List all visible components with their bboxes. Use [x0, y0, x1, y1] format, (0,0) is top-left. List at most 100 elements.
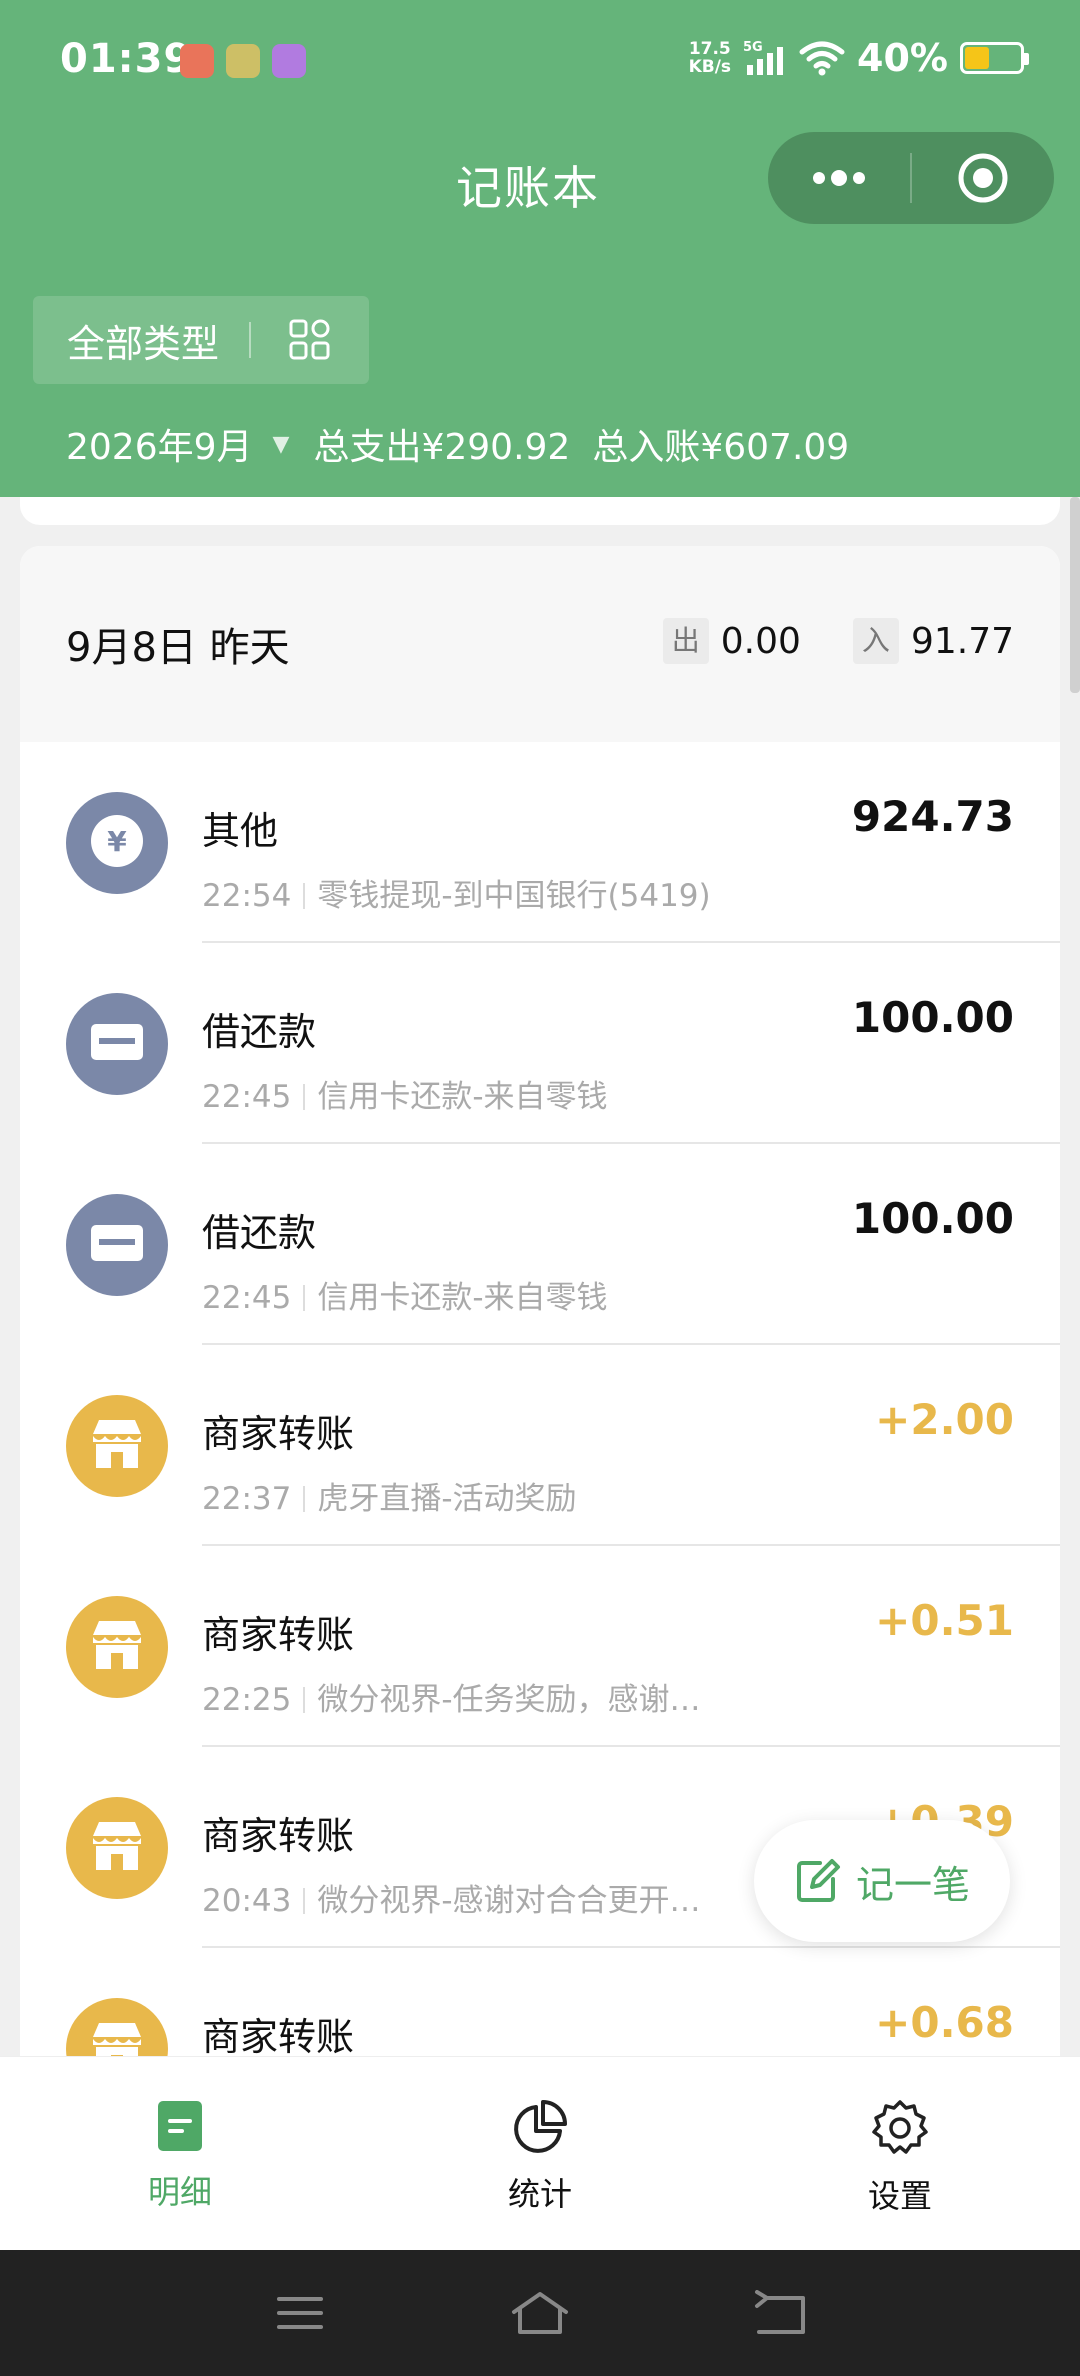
- transaction-time: 22:45: [202, 1280, 292, 1316]
- meta-separator: [303, 1687, 306, 1713]
- transaction-amount: +0.68: [875, 1998, 1014, 2047]
- transaction-category: 其他: [202, 809, 279, 853]
- net-speed-value: 17.5: [688, 39, 731, 59]
- signal-icon: 5G: [743, 40, 784, 75]
- category-avatar: [66, 1395, 168, 1497]
- transaction-desc: 微分视界-任务奖励，感谢…: [317, 1682, 701, 1718]
- type-filter-label: 全部类型: [67, 321, 220, 366]
- day-header: 9月8日 昨天 出 0.00 入 91.77: [20, 546, 1060, 742]
- transaction-time: 22:54: [202, 878, 292, 914]
- day-in-value: 91.77: [910, 620, 1014, 662]
- system-nav-bar: [0, 2250, 1080, 2376]
- net-speed: 17.5 KB/s: [689, 40, 731, 76]
- card-icon: [89, 1020, 145, 1068]
- battery-icon: [960, 42, 1029, 74]
- menu-icon: [277, 2297, 323, 2329]
- transaction-row[interactable]: 借还款 22:45 信用卡还款-来自零钱 100.00: [20, 943, 1060, 1144]
- transaction-category: 借还款: [202, 1010, 317, 1054]
- transaction-amount: +2.00: [875, 1395, 1014, 1444]
- transaction-desc: 微分视界-感谢对合合更开…: [317, 1883, 701, 1919]
- category-avatar: ¥: [66, 792, 168, 894]
- day-out-value: 0.00: [720, 620, 801, 662]
- transaction-amount: 100.00: [851, 1194, 1014, 1243]
- network-type: 5G: [743, 40, 763, 55]
- day-totals: 出 0.00 入 91.77: [662, 618, 1014, 664]
- gear-icon: [872, 2100, 928, 2154]
- more-menu-button[interactable]: [768, 132, 910, 224]
- recents-button[interactable]: [180, 2293, 420, 2333]
- transaction-time: 22:25: [202, 1682, 292, 1718]
- transaction-row[interactable]: 商家转账 22:37 虎牙直播-活动奖励 +2.00: [20, 1345, 1060, 1546]
- out-tag: 出: [662, 618, 709, 664]
- add-record-button[interactable]: 记一笔: [754, 1820, 1010, 1942]
- close-miniprogram-button[interactable]: [912, 132, 1054, 224]
- transaction-category: 借还款: [202, 1211, 317, 1255]
- tab-settings[interactable]: 设置: [720, 2057, 1080, 2250]
- back-button[interactable]: [660, 2290, 900, 2336]
- transaction-amount: 924.73: [851, 792, 1014, 841]
- transaction-desc: 零钱提现-到中国银行(5419): [317, 878, 711, 914]
- transaction-category: 商家转账: [202, 1814, 355, 1858]
- meta-separator: [303, 1888, 306, 1914]
- app-notification-icon: [226, 44, 260, 78]
- shop-icon: [87, 1818, 147, 1878]
- total-income: 总入账¥607.09: [592, 427, 850, 468]
- type-filter-button[interactable]: 全部类型: [33, 296, 369, 384]
- tab-detail[interactable]: 明细: [0, 2057, 360, 2250]
- shop-icon: [87, 1617, 147, 1677]
- home-icon: [512, 2292, 568, 2334]
- meta-separator: [303, 1285, 306, 1311]
- transaction-row[interactable]: 借还款 22:45 信用卡还款-来自零钱 100.00: [20, 1144, 1060, 1345]
- transaction-time: 20:43: [202, 1883, 292, 1919]
- transaction-category: 商家转账: [202, 2015, 355, 2059]
- status-time: 01:39: [60, 36, 193, 82]
- transaction-row[interactable]: ¥ 其他 22:54 零钱提现-到中国银行(5419) 924.73: [20, 742, 1060, 943]
- app-screen: 01:39 17.5 KB/s 5G 40% 记账本 全部类型 2026年9月 …: [0, 0, 1080, 2376]
- transaction-row[interactable]: 商家转账 22:25 微分视界-任务奖励，感谢… +0.51: [20, 1546, 1060, 1747]
- meta-separator: [303, 883, 306, 909]
- grid-icon: [289, 319, 330, 360]
- dropdown-arrow-icon[interactable]: ▼: [273, 432, 290, 457]
- meta-separator: [303, 1486, 306, 1512]
- miniprogram-capsule: [768, 132, 1054, 224]
- previous-day-card: [20, 497, 1060, 525]
- category-avatar: [66, 1797, 168, 1899]
- total-expense: 总支出¥290.92: [313, 427, 571, 468]
- transaction-time: 22:45: [202, 1079, 292, 1115]
- svg-text:¥: ¥: [107, 825, 127, 858]
- month-selector[interactable]: 2026年9月: [66, 418, 253, 470]
- filter-separator: [249, 322, 252, 358]
- yuan-icon: ¥: [87, 811, 147, 875]
- transaction-time: 22:37: [202, 1481, 292, 1517]
- scrollbar[interactable]: [1070, 497, 1080, 693]
- transaction-amount: 100.00: [851, 993, 1014, 1042]
- tab-settings-label: 设置: [867, 2177, 932, 2215]
- edit-note-icon: [796, 1859, 840, 1902]
- app-notification-icon: [180, 44, 214, 78]
- transaction-desc: 虎牙直播-活动奖励: [317, 1481, 577, 1517]
- transaction-category: 商家转账: [202, 1613, 355, 1657]
- pie-chart-icon: [514, 2100, 567, 2153]
- app-notification-icon: [272, 44, 306, 78]
- transaction-category: 商家转账: [202, 1412, 355, 1456]
- home-button[interactable]: [420, 2290, 660, 2336]
- transaction-meta: 20:43 微分视界-感谢对合合更开…: [202, 1875, 701, 1920]
- transaction-meta: 22:37 虎牙直播-活动奖励: [202, 1473, 577, 1518]
- in-tag: 入: [852, 618, 899, 664]
- category-avatar: [66, 1596, 168, 1698]
- transaction-meta: 22:45 信用卡还款-来自零钱: [202, 1272, 608, 1317]
- card-icon: [89, 1221, 145, 1269]
- transaction-meta: 22:54 零钱提现-到中国银行(5419): [202, 870, 711, 915]
- net-speed-unit: KB/s: [688, 57, 732, 77]
- tab-bar: 明细 统计 设置: [0, 2056, 1080, 2250]
- shop-icon: [87, 1416, 147, 1476]
- status-right: 17.5 KB/s 5G 40%: [689, 36, 1029, 80]
- category-avatar: [66, 1194, 168, 1296]
- transaction-meta: 22:45 信用卡还款-来自零钱: [202, 1071, 608, 1116]
- tab-statistics[interactable]: 统计: [360, 2057, 720, 2250]
- tab-detail-label: 明细: [147, 2173, 212, 2211]
- transaction-desc: 信用卡还款-来自零钱: [317, 1079, 608, 1115]
- back-icon: [755, 2290, 805, 2334]
- tab-statistics-label: 统计: [507, 2175, 572, 2213]
- transaction-meta: 22:25 微分视界-任务奖励，感谢…: [202, 1674, 701, 1719]
